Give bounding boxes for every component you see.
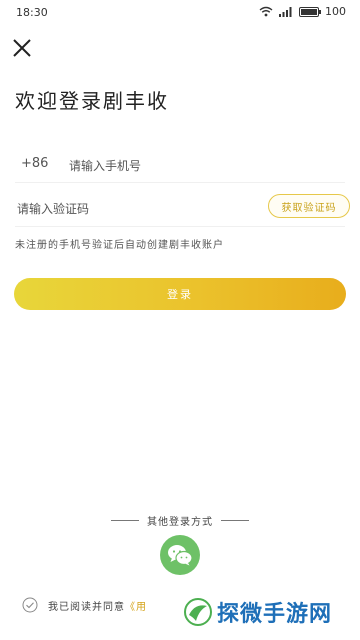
agreement-checkbox[interactable] [22, 597, 38, 613]
wechat-icon [168, 545, 193, 566]
get-code-button[interactable]: 获取验证码 [268, 194, 350, 218]
battery-level [301, 8, 317, 15]
country-code-selector[interactable]: +86 [21, 156, 48, 171]
agreement-prefix: 我已阅读并同意 [48, 601, 125, 613]
wechat-login-button[interactable] [160, 535, 200, 575]
signal-icon [279, 6, 292, 17]
page-title: 欢迎登录剧丰收 [15, 89, 169, 113]
watermark: 探微手游网 [183, 596, 332, 628]
wifi-icon [259, 6, 273, 17]
phone-input[interactable] [67, 150, 341, 182]
register-hint: 未注册的手机号验证后自动创建剧丰收账户 [15, 240, 224, 251]
status-time: 18:30 [16, 6, 48, 19]
agreement-row: 我已阅读并同意《用 [22, 597, 147, 613]
divider-line-right [221, 520, 249, 521]
watermark-text: 探微手游网 [217, 602, 333, 627]
battery-icon [299, 6, 321, 17]
login-button[interactable]: 登录 [14, 278, 346, 310]
user-agreement-link[interactable]: 《用 [125, 602, 147, 613]
agreement-text: 我已阅读并同意《用 [48, 598, 147, 613]
verification-code-input[interactable] [15, 193, 249, 225]
phone-row: +86 [15, 148, 345, 183]
status-bar: 18:30 100 [0, 0, 360, 24]
close-button[interactable] [10, 36, 34, 60]
code-row: 获取验证码 [15, 190, 350, 227]
status-icons: 100 [259, 5, 346, 18]
other-login-label: 其他登录方式 [147, 517, 213, 528]
divider-line-left [111, 520, 139, 521]
watermark-logo-icon [184, 598, 212, 626]
close-icon [13, 39, 31, 57]
other-login-divider: 其他登录方式 [0, 513, 360, 528]
battery-percent: 100 [325, 5, 346, 18]
